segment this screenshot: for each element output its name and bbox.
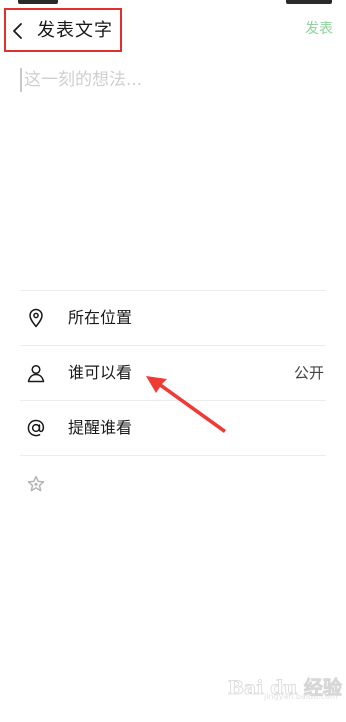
location-pin-icon bbox=[29, 308, 43, 328]
option-visibility-label: 谁可以看 bbox=[68, 363, 133, 382]
publish-button[interactable]: 发表 bbox=[305, 19, 333, 39]
status-indicators bbox=[286, 0, 332, 4]
back-button[interactable]: 发表文字 bbox=[4, 8, 122, 52]
post-options-list: 所在位置 谁可以看 公开 提醒谁看 bbox=[20, 290, 326, 512]
header-bar: 发表文字 发表 bbox=[0, 6, 346, 52]
status-time bbox=[18, 0, 58, 4]
baidu-watermark: Bai du 经验 jingyan.baidu.com bbox=[228, 676, 343, 702]
person-icon bbox=[27, 364, 45, 383]
star-icon bbox=[27, 475, 45, 492]
page-title: 发表文字 bbox=[37, 20, 113, 41]
option-remind-label: 提醒谁看 bbox=[68, 418, 133, 437]
watermark-subtext: jingyan.baidu.com bbox=[264, 692, 338, 701]
compose-text-page: 发表文字 发表 这一刻的想法... 所在位置 谁可以看 公开 提醒谁看 Bai … bbox=[0, 0, 346, 722]
chevron-left-icon bbox=[13, 23, 22, 39]
option-visibility[interactable]: 谁可以看 公开 bbox=[20, 345, 326, 400]
visibility-value: 公开 bbox=[293, 364, 324, 382]
option-remind[interactable]: 提醒谁看 bbox=[20, 400, 326, 455]
option-location-label: 所在位置 bbox=[68, 308, 133, 327]
option-favorite[interactable] bbox=[20, 455, 326, 512]
editor-placeholder: 这一刻的想法... bbox=[24, 70, 143, 90]
at-sign-icon bbox=[27, 419, 45, 437]
option-location[interactable]: 所在位置 bbox=[20, 290, 326, 345]
text-editor[interactable]: 这一刻的想法... bbox=[20, 64, 330, 264]
text-cursor bbox=[20, 68, 22, 92]
